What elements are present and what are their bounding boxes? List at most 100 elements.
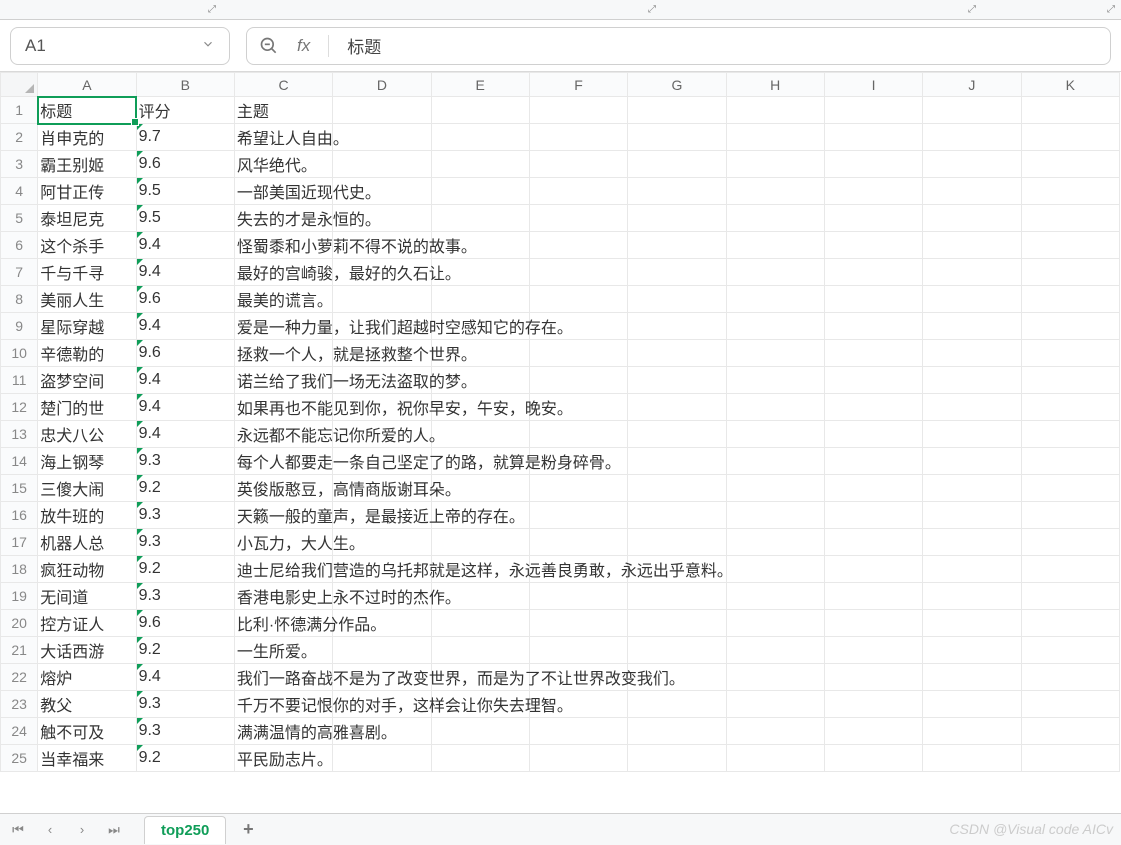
cell[interactable] bbox=[431, 151, 529, 178]
cell[interactable] bbox=[726, 475, 824, 502]
cell-a[interactable]: 三傻大闹 bbox=[38, 475, 136, 502]
cell[interactable] bbox=[824, 97, 922, 124]
cell[interactable] bbox=[824, 313, 922, 340]
cell[interactable] bbox=[431, 313, 529, 340]
cell[interactable] bbox=[923, 556, 1021, 583]
cell[interactable] bbox=[726, 232, 824, 259]
cell[interactable] bbox=[923, 340, 1021, 367]
cell-b[interactable]: 9.4 bbox=[136, 367, 234, 394]
cell[interactable] bbox=[628, 583, 726, 610]
cell-b[interactable]: 9.3 bbox=[136, 502, 234, 529]
fx-label[interactable]: fx bbox=[297, 36, 310, 56]
cell[interactable] bbox=[1021, 178, 1119, 205]
cell-a[interactable]: 海上钢琴 bbox=[38, 448, 136, 475]
cell-c[interactable]: 小瓦力，大人生。 bbox=[234, 529, 332, 556]
cell[interactable] bbox=[529, 232, 627, 259]
cell-c[interactable]: 千万不要记恨你的对手，这样会让你失去理智。 bbox=[234, 691, 332, 718]
cell-b[interactable]: 9.4 bbox=[136, 313, 234, 340]
cell[interactable] bbox=[824, 691, 922, 718]
cell-a[interactable]: 楚门的世 bbox=[38, 394, 136, 421]
row-header[interactable]: 3 bbox=[1, 151, 38, 178]
row-header[interactable]: 14 bbox=[1, 448, 38, 475]
cell-a[interactable]: 肖申克的 bbox=[38, 124, 136, 151]
cell[interactable] bbox=[333, 718, 431, 745]
cell-c[interactable]: 爱是一种力量，让我们超越时空感知它的存在。 bbox=[234, 313, 332, 340]
cell[interactable] bbox=[726, 340, 824, 367]
chevron-down-icon[interactable] bbox=[201, 37, 215, 54]
cell[interactable] bbox=[529, 205, 627, 232]
cell[interactable] bbox=[726, 556, 824, 583]
cell-a[interactable]: 千与千寻 bbox=[38, 259, 136, 286]
cell[interactable] bbox=[333, 475, 431, 502]
cell-c[interactable]: 诺兰给了我们一场无法盗取的梦。 bbox=[234, 367, 332, 394]
cell[interactable] bbox=[333, 610, 431, 637]
cell-c[interactable]: 主题 bbox=[234, 97, 332, 124]
cell-b[interactable]: 9.3 bbox=[136, 448, 234, 475]
row-header[interactable]: 10 bbox=[1, 340, 38, 367]
formula-bar[interactable]: fx 标题 bbox=[246, 27, 1111, 65]
cell[interactable] bbox=[628, 421, 726, 448]
cell-a[interactable]: 无间道 bbox=[38, 583, 136, 610]
cell-b[interactable]: 9.4 bbox=[136, 664, 234, 691]
cell[interactable] bbox=[431, 529, 529, 556]
row-header[interactable]: 7 bbox=[1, 259, 38, 286]
cell[interactable] bbox=[529, 448, 627, 475]
row-header[interactable]: 15 bbox=[1, 475, 38, 502]
cell[interactable] bbox=[628, 718, 726, 745]
cell-b[interactable]: 9.6 bbox=[136, 340, 234, 367]
cell[interactable] bbox=[923, 394, 1021, 421]
cell[interactable] bbox=[431, 718, 529, 745]
cell[interactable] bbox=[824, 367, 922, 394]
cell[interactable] bbox=[923, 421, 1021, 448]
cell[interactable] bbox=[824, 205, 922, 232]
cell[interactable] bbox=[726, 124, 824, 151]
cell-a[interactable]: 触不可及 bbox=[38, 718, 136, 745]
cell[interactable] bbox=[431, 448, 529, 475]
cell[interactable] bbox=[923, 97, 1021, 124]
cell[interactable] bbox=[923, 367, 1021, 394]
cell[interactable] bbox=[923, 232, 1021, 259]
row-header[interactable]: 12 bbox=[1, 394, 38, 421]
cell[interactable] bbox=[824, 610, 922, 637]
row-header[interactable]: 13 bbox=[1, 421, 38, 448]
column-header-A[interactable]: A bbox=[38, 73, 136, 97]
cell[interactable] bbox=[726, 421, 824, 448]
cell[interactable] bbox=[726, 583, 824, 610]
cell[interactable] bbox=[824, 637, 922, 664]
cell-c[interactable]: 比利·怀德满分作品。 bbox=[234, 610, 332, 637]
cell[interactable] bbox=[824, 232, 922, 259]
cell[interactable] bbox=[529, 610, 627, 637]
cell[interactable] bbox=[1021, 151, 1119, 178]
cell[interactable] bbox=[431, 637, 529, 664]
cell[interactable] bbox=[923, 178, 1021, 205]
cell[interactable] bbox=[431, 178, 529, 205]
cell[interactable] bbox=[726, 286, 824, 313]
cell-c[interactable]: 平民励志片。 bbox=[234, 745, 332, 772]
cell[interactable] bbox=[923, 124, 1021, 151]
cell[interactable] bbox=[628, 97, 726, 124]
cell[interactable] bbox=[923, 664, 1021, 691]
cell[interactable] bbox=[628, 340, 726, 367]
cell[interactable] bbox=[431, 205, 529, 232]
cell-c[interactable]: 怪蜀黍和小萝莉不得不说的故事。 bbox=[234, 232, 332, 259]
cell-b[interactable]: 9.4 bbox=[136, 232, 234, 259]
cell[interactable] bbox=[1021, 691, 1119, 718]
cell[interactable] bbox=[923, 502, 1021, 529]
cell[interactable] bbox=[628, 664, 726, 691]
row-header[interactable]: 20 bbox=[1, 610, 38, 637]
cell[interactable] bbox=[726, 691, 824, 718]
cell[interactable] bbox=[628, 367, 726, 394]
cell-a[interactable]: 疯狂动物 bbox=[38, 556, 136, 583]
column-header-E[interactable]: E bbox=[431, 73, 529, 97]
cell[interactable] bbox=[824, 178, 922, 205]
cell[interactable] bbox=[726, 448, 824, 475]
row-header[interactable]: 24 bbox=[1, 718, 38, 745]
cell[interactable] bbox=[824, 529, 922, 556]
cell-a[interactable]: 教父 bbox=[38, 691, 136, 718]
cell[interactable] bbox=[628, 448, 726, 475]
cell-b[interactable]: 9.4 bbox=[136, 394, 234, 421]
cell-c[interactable]: 如果再也不能见到你，祝你早安，午安，晚安。 bbox=[234, 394, 332, 421]
cell-a[interactable]: 辛德勒的 bbox=[38, 340, 136, 367]
cell[interactable] bbox=[628, 529, 726, 556]
cell[interactable] bbox=[1021, 259, 1119, 286]
